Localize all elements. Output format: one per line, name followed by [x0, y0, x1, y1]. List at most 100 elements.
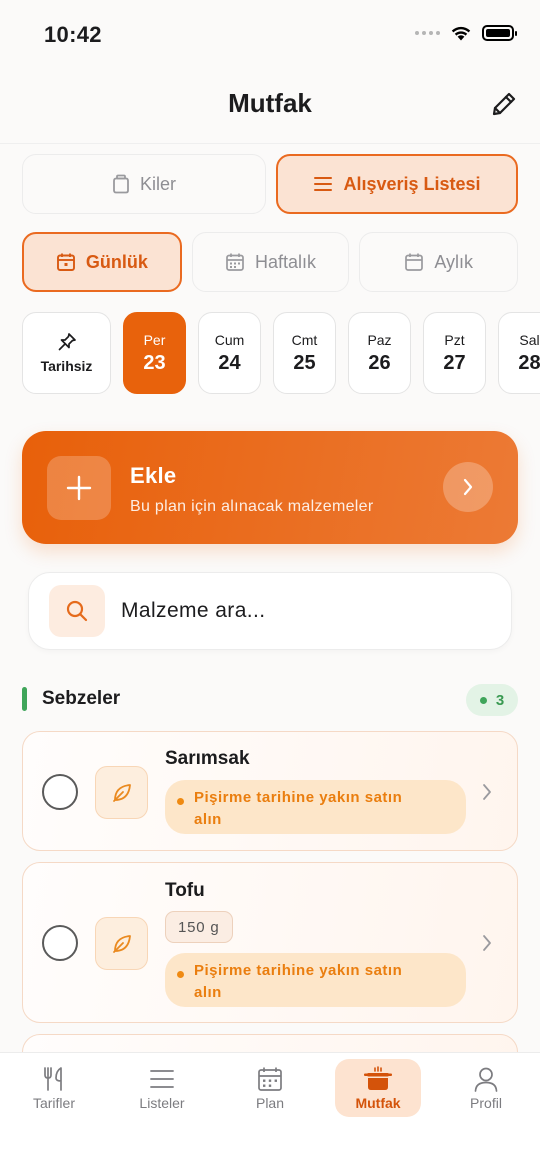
section-count-badge: 3: [466, 684, 518, 716]
tip-dot-icon: [177, 798, 184, 805]
item-icon-badge: [95, 917, 148, 970]
chevron-right-icon: [463, 478, 473, 496]
plus-icon: [66, 475, 92, 501]
jar-icon: [113, 174, 129, 194]
item-chevron[interactable]: [479, 932, 495, 954]
tab-label: Plan: [255, 1094, 285, 1111]
ingredient-card[interactable]: Tofu 150 g Pişirme tarihine yakın satın …: [22, 862, 518, 1023]
page-title: Mutfak: [228, 88, 312, 118]
add-plus-button[interactable]: [47, 456, 111, 520]
tab-plan[interactable]: Plan: [230, 1059, 310, 1117]
item-checkbox[interactable]: [42, 774, 78, 810]
date-chip[interactable]: Sal 28: [498, 312, 540, 394]
tab-monthly[interactable]: Aylık: [359, 232, 518, 292]
status-dot-icon: [479, 696, 487, 704]
item-checkbox[interactable]: [42, 925, 78, 961]
section-accent-bar: [22, 687, 27, 711]
date-chip-dow: Cmt: [291, 331, 318, 348]
tab-shopping-list-label: Alışveriş Listesi: [343, 173, 481, 194]
pencil-icon: [492, 92, 516, 116]
date-chip-dow: Pzt: [444, 331, 465, 348]
chevron-right-icon: [483, 935, 491, 951]
tab-monthly-label: Aylık: [434, 251, 474, 272]
list-icon: [314, 177, 333, 191]
date-chip-dow: Cum: [214, 331, 245, 348]
date-chip-dow: Per: [143, 331, 166, 348]
period-tabs: Günlük Haftalık Aylık: [22, 232, 518, 292]
tab-daily[interactable]: Günlük: [22, 232, 182, 292]
tab-daily-label: Günlük: [85, 251, 148, 272]
tab-weekly-label: Haftalık: [254, 251, 317, 272]
status-bar: 10:42: [0, 0, 540, 68]
add-banner-title: Ekle: [130, 463, 177, 488]
section-header: Sebzeler 3: [22, 684, 518, 716]
item-tip: Pişirme tarihine yakın satın alın: [165, 780, 466, 834]
chevron-right-icon: [483, 784, 491, 800]
pin-icon: [58, 333, 76, 351]
calendar-day-icon: [56, 253, 75, 271]
date-chip-undated[interactable]: Tarihsiz: [22, 312, 111, 394]
tip-dot-icon: [177, 971, 184, 978]
item-tip: Pişirme tarihine yakın satın alın: [165, 953, 466, 1007]
date-chip[interactable]: Pzt 27: [423, 312, 486, 394]
header: Mutfak: [0, 68, 540, 144]
date-chip[interactable]: Cum 24: [198, 312, 261, 394]
search-icon: [66, 600, 88, 622]
tab-label: Mutfak: [355, 1094, 401, 1111]
date-chip-day: 24: [218, 351, 241, 374]
item-name: Tofu: [165, 880, 205, 901]
tab-kitchen[interactable]: Mutfak: [335, 1059, 421, 1117]
add-banner-arrow[interactable]: [443, 462, 493, 512]
tab-recipes[interactable]: Tarifler: [14, 1059, 94, 1117]
leaf-icon: [112, 783, 131, 802]
date-chip[interactable]: Cmt 25: [273, 312, 336, 394]
list-lines-icon: [150, 1069, 174, 1088]
tab-weekly[interactable]: Haftalık: [191, 232, 350, 292]
item-tip-line: alın: [194, 984, 222, 1001]
date-chip[interactable]: Per 23: [123, 312, 186, 394]
item-icon-badge: [95, 766, 148, 819]
edit-button[interactable]: [488, 88, 520, 120]
section-count: 3: [495, 691, 505, 709]
date-chip-day: 26: [368, 351, 391, 374]
calendar-icon: [258, 1067, 282, 1091]
main-tabs: Kiler Alışveriş Listesi: [22, 154, 518, 214]
section-title: Sebzeler: [42, 688, 121, 709]
signal-dots-icon: [415, 30, 440, 35]
person-icon: [474, 1067, 498, 1092]
item-chevron[interactable]: [479, 781, 495, 803]
status-icons: [415, 24, 517, 41]
date-chip-dow: Sal: [519, 331, 540, 348]
item-tip-line: Pişirme tarihine yakın satın: [194, 789, 403, 806]
date-chip-undated-label: Tarihsiz: [40, 358, 93, 374]
tab-kiler-label: Kiler: [139, 173, 176, 194]
add-banner[interactable]: Ekle Bu plan için alınacak malzemeler: [22, 431, 518, 544]
tab-label: Profil: [470, 1094, 502, 1111]
battery-icon: [482, 24, 517, 41]
tab-shopping-list[interactable]: Alışveriş Listesi: [275, 154, 518, 214]
date-chip-day: 28: [518, 351, 540, 374]
add-banner-subtitle: Bu plan için alınacak malzemeler: [130, 498, 374, 515]
wifi-icon: [451, 26, 471, 41]
pot-icon: [364, 1065, 392, 1090]
status-time: 10:42: [44, 22, 102, 47]
date-strip: Tarihsiz Per 23 Cum 24 Cmt 25 Paz 26 Pzt…: [22, 312, 540, 396]
search-bar[interactable]: Malzeme ara...: [28, 572, 512, 650]
calendar-month-icon: [405, 253, 424, 271]
tab-lists[interactable]: Listeler: [122, 1059, 202, 1117]
date-chip-day: 23: [143, 351, 166, 374]
search-input[interactable]: Malzeme ara...: [121, 599, 265, 623]
item-quantity: 150 g: [165, 911, 233, 943]
tab-label: Tarifler: [32, 1094, 75, 1111]
tab-bar: Tarifler Listeler Plan Mutfak Profil: [0, 1052, 540, 1169]
search-icon-wrap: [49, 585, 105, 637]
leaf-icon: [112, 934, 131, 953]
date-chip[interactable]: Paz 26: [348, 312, 411, 394]
ingredient-card[interactable]: Sarımsak Pişirme tarihine yakın satın al…: [22, 731, 518, 851]
fork-knife-icon: [44, 1066, 62, 1091]
tab-profile[interactable]: Profil: [446, 1059, 526, 1117]
date-chip-dow: Paz: [367, 331, 392, 348]
tab-kiler[interactable]: Kiler: [22, 154, 266, 214]
date-chip-day: 25: [293, 351, 316, 374]
calendar-week-icon: [226, 253, 244, 271]
